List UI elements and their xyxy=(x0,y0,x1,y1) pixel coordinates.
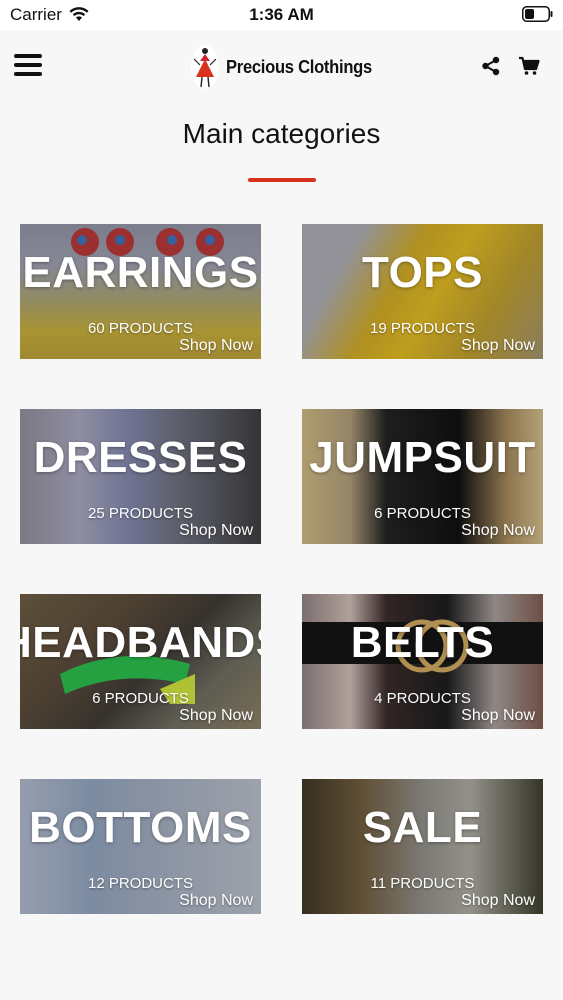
status-bar: Carrier 1:36 AM xyxy=(0,0,563,30)
category-name: SALE xyxy=(362,803,483,852)
shop-now-link[interactable]: Shop Now xyxy=(179,707,253,725)
product-count: 60 PRODUCTS xyxy=(87,320,194,337)
share-icon[interactable] xyxy=(481,56,501,76)
category-tile-tops[interactable]: TOPS 19 PRODUCTS Shop Now xyxy=(302,224,543,359)
hamburger-icon xyxy=(14,54,42,58)
product-count: 6 PRODUCTS xyxy=(92,690,189,707)
category-name: EARRINGS xyxy=(22,248,259,297)
shop-now-link[interactable]: Shop Now xyxy=(461,892,535,910)
clock: 1:36 AM xyxy=(249,5,314,24)
category-name: JUMPSUIT xyxy=(309,433,536,482)
category-tile-headbands[interactable]: HEADBANDS 6 PRODUCTS Shop Now xyxy=(20,594,261,729)
page-title: Main categories xyxy=(182,118,381,149)
product-count: 6 PRODUCTS xyxy=(374,505,471,522)
brand-name: Precious Clothings xyxy=(226,56,372,77)
brand-logo xyxy=(191,45,219,89)
category-tile-earrings[interactable]: EARRINGS 60 PRODUCTS Shop Now xyxy=(20,224,261,359)
menu-button[interactable] xyxy=(14,54,42,78)
shop-now-link[interactable]: Shop Now xyxy=(461,337,535,355)
category-tile-bottoms[interactable]: BOTTOMS 12 PRODUCTS Shop Now xyxy=(20,779,261,914)
product-count: 12 PRODUCTS xyxy=(87,875,194,892)
category-name: HEADBANDS xyxy=(20,618,261,667)
shop-now-link[interactable]: Shop Now xyxy=(461,522,535,540)
category-tile-belts[interactable]: BELTS 4 PRODUCTS Shop Now xyxy=(302,594,543,729)
product-count: 25 PRODUCTS xyxy=(87,505,194,522)
product-count: 19 PRODUCTS xyxy=(369,320,476,337)
shop-now-link[interactable]: Shop Now xyxy=(461,707,535,725)
product-count: 4 PRODUCTS xyxy=(374,690,471,707)
shop-now-link[interactable]: Shop Now xyxy=(179,522,253,540)
category-tile-jumpsuit[interactable]: JUMPSUIT 6 PRODUCTS Shop Now xyxy=(302,409,543,544)
shop-now-link[interactable]: Shop Now xyxy=(179,892,253,910)
product-count: 11 PRODUCTS xyxy=(370,875,475,892)
battery-icon xyxy=(522,6,553,22)
shop-now-link[interactable]: Shop Now xyxy=(179,337,253,355)
category-name: TOPS xyxy=(361,248,483,297)
category-tile-sale[interactable]: SALE 11 PRODUCTS Shop Now xyxy=(302,779,543,914)
category-tile-dresses[interactable]: DRESSES 25 PRODUCTS Shop Now xyxy=(20,409,261,544)
cart-icon[interactable] xyxy=(518,56,540,76)
title-divider xyxy=(248,178,316,182)
app-header: Precious Clothings xyxy=(0,30,563,102)
brand[interactable]: Precious Clothings xyxy=(190,42,385,92)
category-name: BOTTOMS xyxy=(29,803,252,852)
category-name: BELTS xyxy=(350,618,495,667)
category-name: DRESSES xyxy=(33,433,248,482)
